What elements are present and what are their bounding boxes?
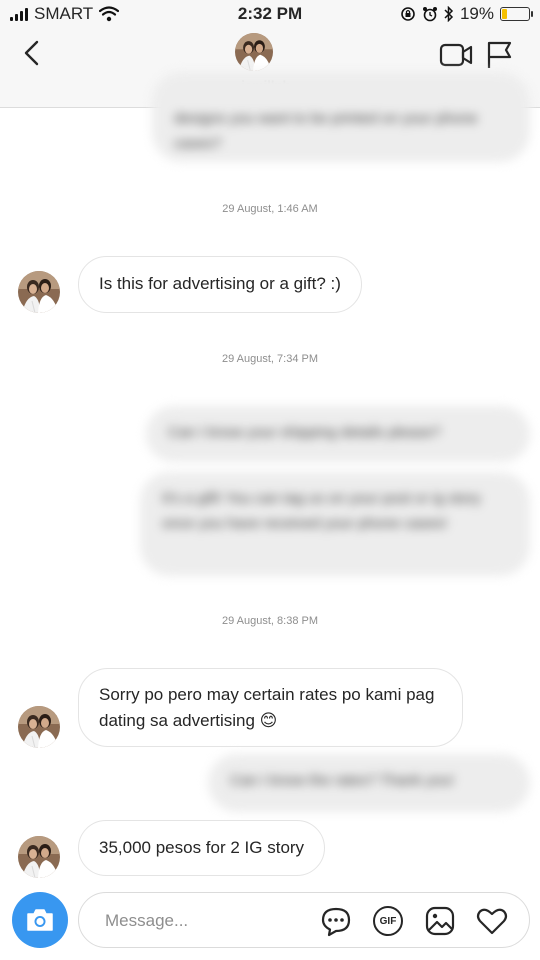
message-text: Is this for advertising or a gift? :) (99, 274, 341, 293)
bluetooth-icon (444, 6, 454, 22)
sender-avatar[interactable] (18, 836, 60, 878)
profile-avatar[interactable] (235, 33, 273, 71)
message-text: Can I know your shipping details please? (168, 424, 441, 441)
message-text: 35,000 pesos for 2 IG story (99, 838, 305, 857)
status-bar: SMART 2:32 PM 19% (0, 0, 540, 28)
battery-percent: 19% (459, 4, 494, 23)
incoming-message-bubble[interactable]: 35,000 pesos for 2 IG story (78, 820, 326, 876)
message-input[interactable] (105, 907, 305, 935)
message-timestamp: 29 August, 7:34 PM (221, 353, 318, 365)
video-call-icon[interactable] (438, 40, 474, 70)
outgoing-message-bubble: designs you want to be printed on your p… (152, 72, 530, 162)
outgoing-message-bubble: It's a gift! You can tag us on your post… (140, 472, 530, 576)
gif-label: GIF (379, 915, 397, 927)
message-text: It's a gift! You can tag us on your post… (162, 490, 481, 532)
camera-button[interactable] (12, 892, 68, 948)
battery-icon (500, 7, 533, 21)
camera-icon (27, 909, 53, 931)
gif-icon: GIF (373, 906, 403, 936)
flag-icon[interactable] (484, 40, 514, 70)
heart-icon[interactable] (475, 904, 509, 938)
sender-avatar[interactable] (18, 271, 60, 313)
incoming-message-bubble[interactable]: Sorry po pero may certain rates po kami … (78, 668, 463, 747)
rotation-lock-icon (401, 7, 415, 21)
message-composer: GIF (78, 892, 530, 948)
gallery-icon[interactable] (423, 904, 457, 938)
outgoing-message-bubble: Can I know the rates? Thank you! (208, 754, 530, 812)
back-arrow-icon[interactable] (18, 38, 48, 68)
sticker-icon[interactable] (319, 904, 353, 938)
message-timestamp: 29 August, 1:46 AM (222, 203, 318, 215)
gif-button[interactable]: GIF (371, 904, 405, 938)
alarm-icon (422, 7, 437, 22)
sender-avatar[interactable] (18, 706, 60, 748)
message-text: Can I know the rates? Thank you! (230, 772, 455, 789)
message-text: designs you want to be printed on your p… (174, 110, 478, 152)
incoming-message-bubble[interactable]: Is this for advertising or a gift? :) (78, 256, 362, 313)
outgoing-message-bubble: Can I know your shipping details please? (146, 406, 530, 462)
smiling-emoji: 😊 (259, 711, 278, 730)
message-timestamp: 29 August, 8:38 PM (221, 615, 318, 627)
